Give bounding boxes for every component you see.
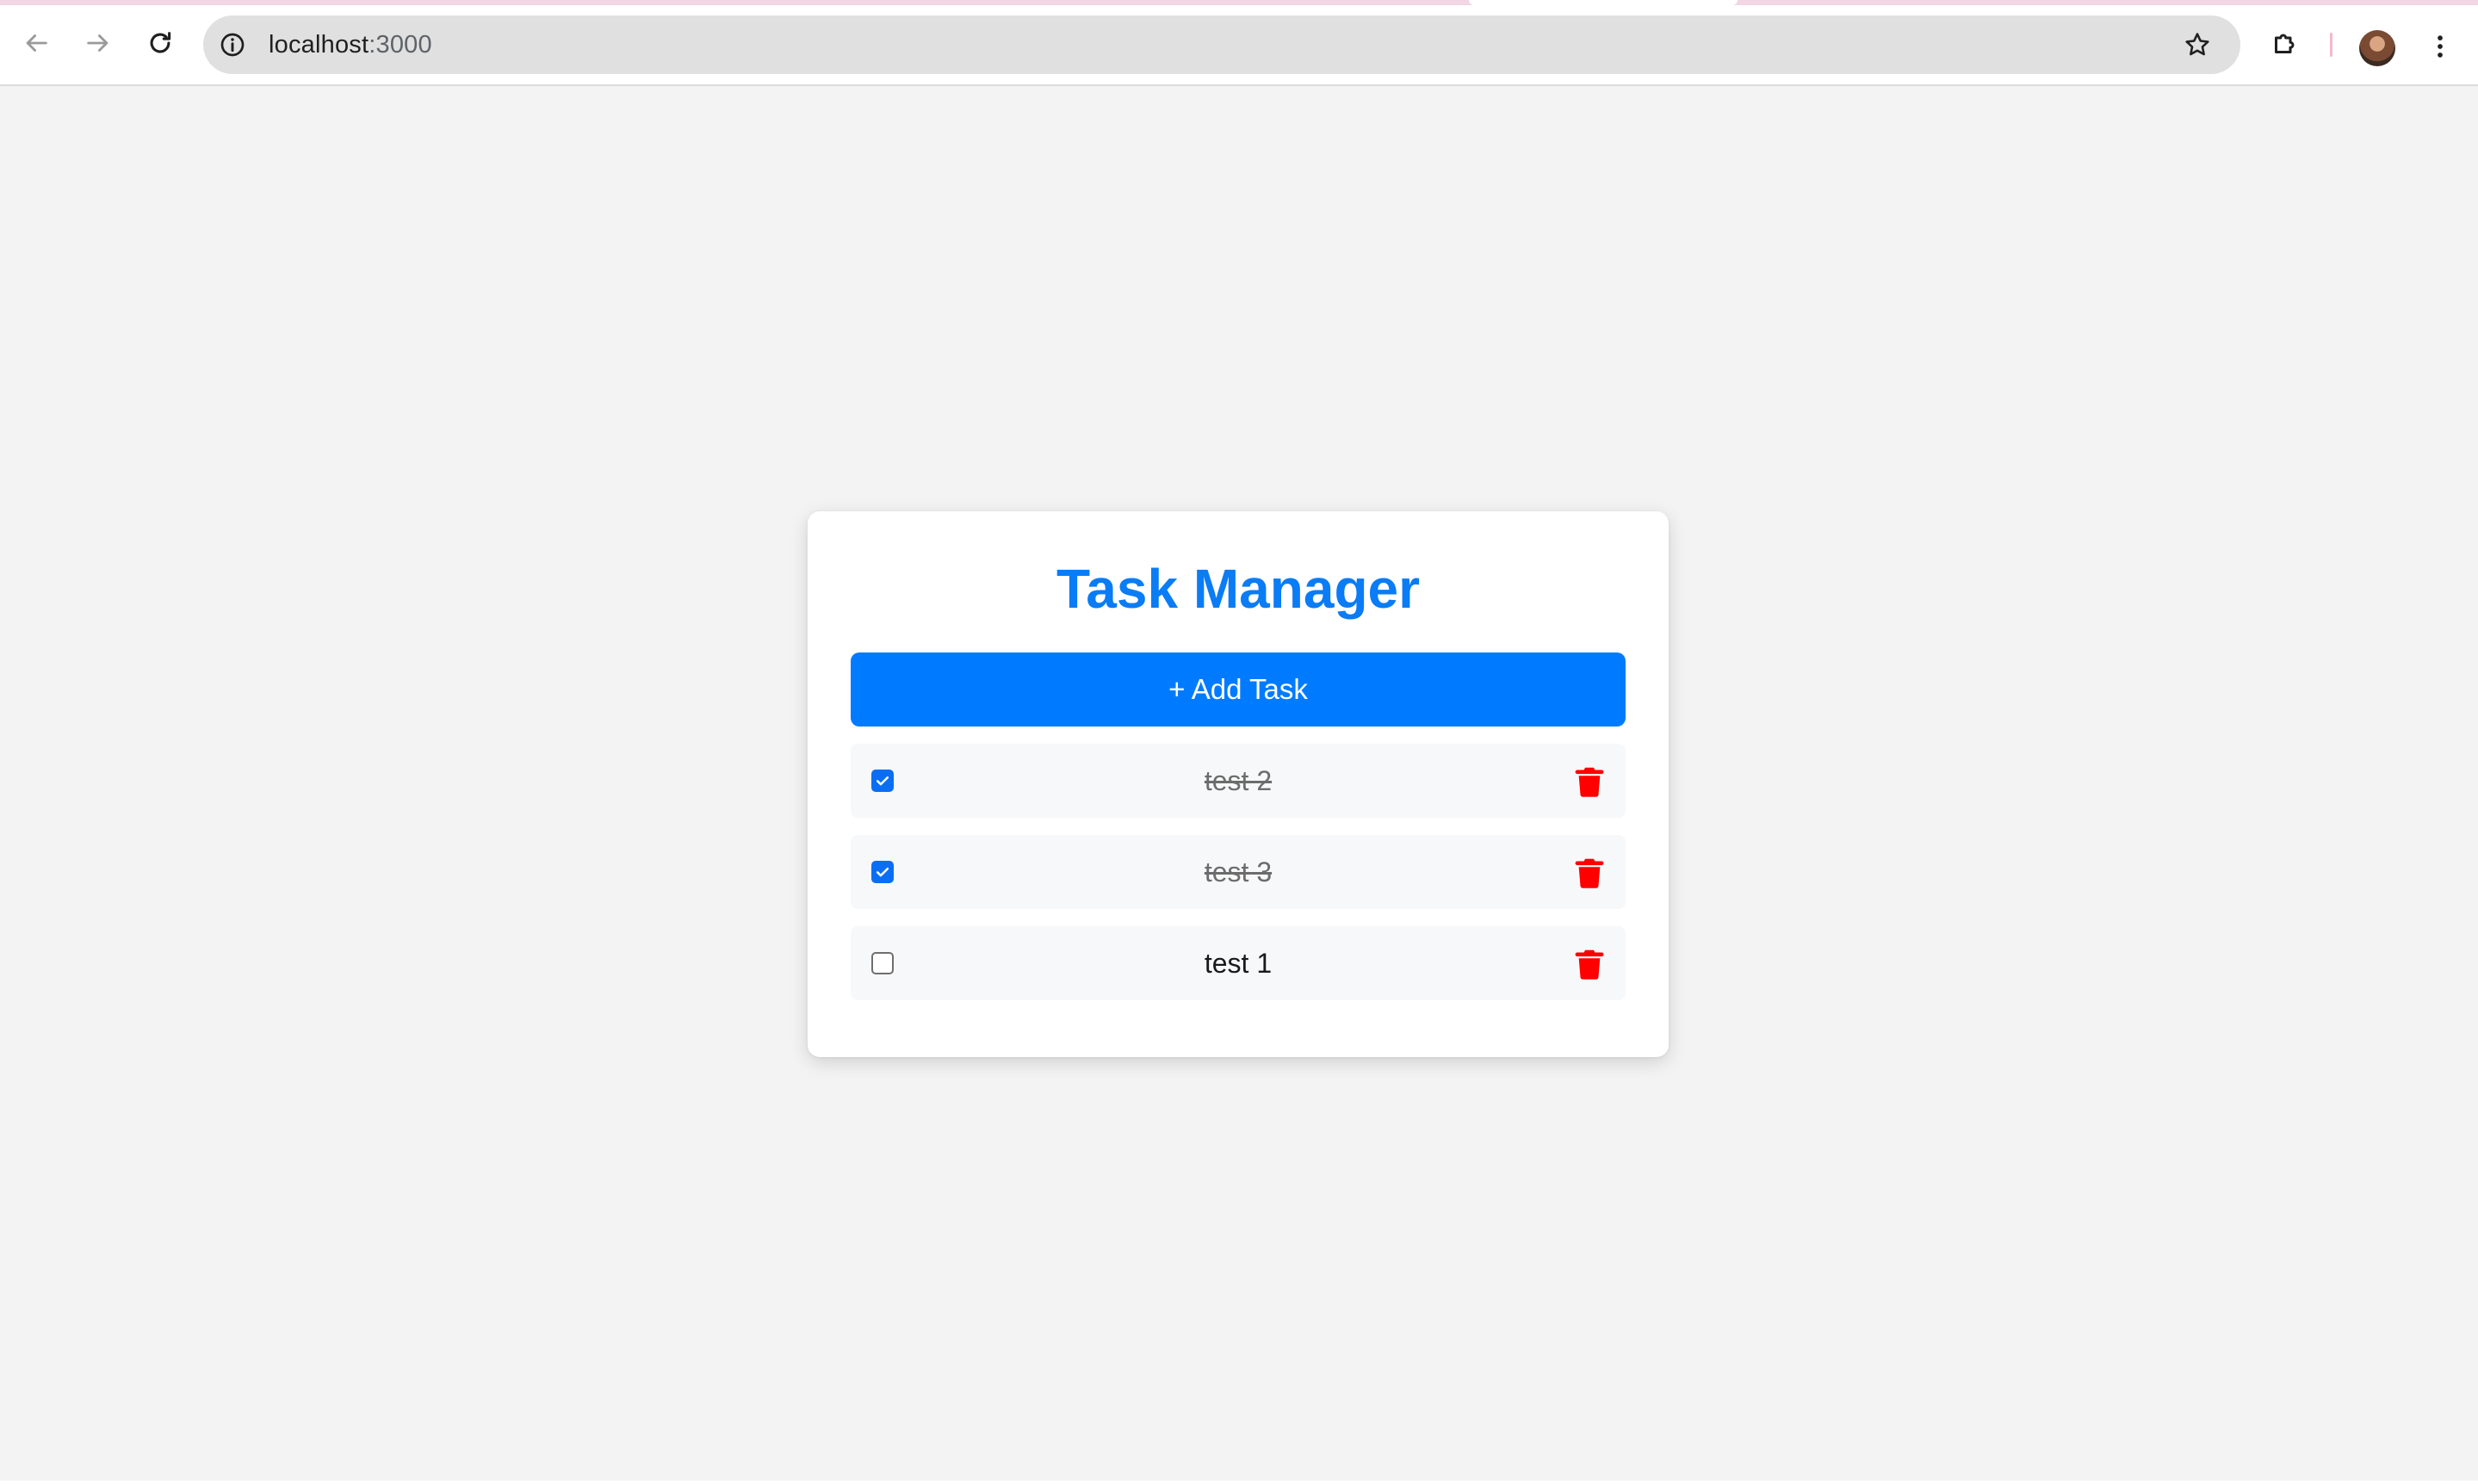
trash-icon [1575,949,1604,980]
trash-icon [1575,767,1604,797]
avatar[interactable] [2359,30,2395,66]
task-manager-card: Task Manager + Add Task test 2 test 3 te… [808,511,1669,1057]
add-task-button[interactable]: + Add Task [851,652,1626,727]
back-button[interactable] [17,24,55,62]
browser-menu-button[interactable] [2423,26,2457,67]
puzzle-icon [2275,34,2295,53]
task-label: test 1 [1204,948,1273,979]
task-row: test 3 [851,835,1626,909]
browser-toolbar: localhost:3000 [0,5,2478,86]
task-checkbox[interactable] [871,770,894,792]
task-label: test 2 [1204,765,1273,796]
info-icon [220,33,245,57]
task-row: test 1 [851,926,1626,1000]
page-title: Task Manager [1056,558,1421,620]
url-text[interactable]: localhost:3000 [269,15,432,74]
window-bottom-edge [0,1481,2478,1484]
reload-icon [150,32,171,53]
task-label: test 3 [1204,856,1273,887]
bookmark-button[interactable] [2180,28,2215,62]
task-row: test 2 [851,744,1626,818]
delete-task-button[interactable] [1574,764,1605,799]
checkmark-icon [876,776,889,786]
star-icon [2185,33,2209,56]
checkmark-icon [876,868,889,877]
arrow-right-icon [87,34,108,52]
delete-task-button[interactable] [1574,947,1605,981]
trash-icon [1575,858,1604,888]
delete-task-button[interactable] [1574,856,1605,890]
kebab-menu-icon [2438,35,2443,58]
task-checkbox[interactable] [871,861,894,883]
arrow-left-icon [26,34,47,52]
url-port: :3000 [369,31,432,59]
forward-button[interactable] [79,24,117,62]
url-host: localhost [269,31,369,59]
site-info-button[interactable] [215,28,250,62]
reload-button[interactable] [141,24,179,62]
toolbar-divider [2330,33,2332,57]
extensions-button[interactable] [2266,24,2304,62]
task-checkbox[interactable] [871,952,894,974]
address-bar[interactable]: localhost:3000 [203,15,2240,74]
